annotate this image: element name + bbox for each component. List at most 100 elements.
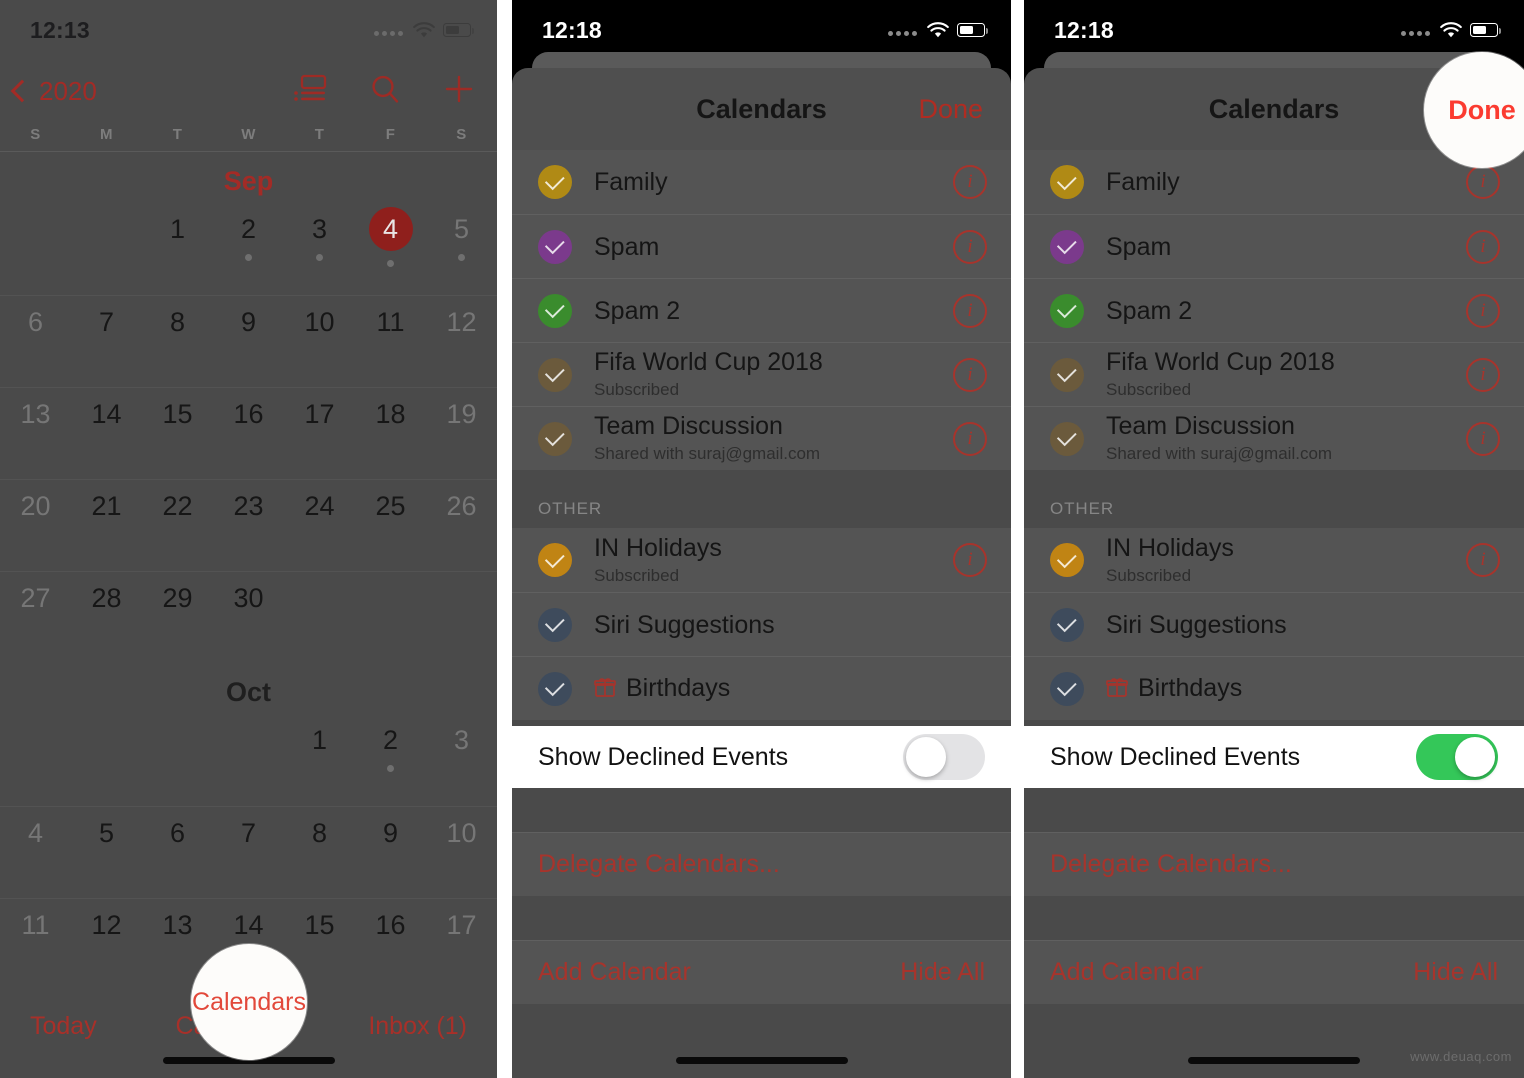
calendar-list-item[interactable]: Birthdays — [1024, 656, 1524, 720]
day-cell[interactable]: 9 — [213, 295, 284, 387]
calendar-checkbox[interactable] — [538, 543, 572, 577]
calendar-checkbox[interactable] — [538, 357, 572, 392]
calendar-list-item[interactable]: IN Holidays Subscribed i — [1024, 528, 1524, 592]
calendar-list-item[interactable]: Family i — [512, 150, 1011, 214]
calendar-list-item[interactable]: Siri Suggestions — [512, 592, 1011, 656]
today-button[interactable]: Today — [30, 1012, 97, 1041]
day-cell[interactable]: 3 — [284, 203, 355, 295]
delegate-calendars-row[interactable]: Delegate Calendars... — [1024, 832, 1524, 896]
calendar-list-item[interactable]: Spam 2 i — [512, 278, 1011, 342]
info-icon[interactable]: i — [953, 357, 987, 392]
calendar-checkbox[interactable] — [538, 421, 572, 456]
day-cell[interactable]: 2 — [213, 203, 284, 295]
day-cell[interactable]: 1 — [142, 203, 213, 295]
show-declined-events-row[interactable]: Show Declined Events — [1024, 726, 1524, 788]
day-cell[interactable]: 16 — [355, 898, 426, 990]
day-cell[interactable]: 4 — [0, 806, 71, 898]
day-cell[interactable]: 23 — [213, 479, 284, 571]
calendar-checkbox[interactable] — [1050, 543, 1084, 577]
calendar-list-item[interactable]: Spam 2 i — [1024, 278, 1524, 342]
day-cell[interactable]: 24 — [284, 479, 355, 571]
calendar-list-item[interactable]: Siri Suggestions — [1024, 592, 1524, 656]
day-cell[interactable]: 20 — [0, 479, 71, 571]
day-cell[interactable]: 17 — [426, 898, 497, 990]
list-view-icon[interactable] — [293, 74, 327, 109]
day-cell[interactable]: 26 — [426, 479, 497, 571]
show-declined-events-toggle[interactable] — [1416, 734, 1498, 780]
info-icon[interactable]: i — [1466, 229, 1500, 264]
calendar-checkbox[interactable] — [1050, 229, 1084, 264]
day-cell[interactable]: 27 — [0, 571, 71, 663]
calendar-checkbox[interactable] — [538, 607, 572, 642]
info-icon[interactable]: i — [1466, 165, 1500, 199]
show-declined-events-toggle[interactable] — [903, 734, 985, 780]
day-cell[interactable]: 7 — [71, 295, 142, 387]
calendar-list-item[interactable]: Spam i — [512, 214, 1011, 278]
day-cell[interactable]: 12 — [71, 898, 142, 990]
done-button[interactable]: Done — [918, 94, 983, 125]
calendar-list-item[interactable]: Team Discussion Shared with suraj@gmail.c… — [512, 406, 1011, 470]
calendar-checkbox[interactable] — [538, 671, 572, 706]
show-declined-events-row[interactable]: Show Declined Events — [512, 726, 1011, 788]
day-cell[interactable]: 10 — [284, 295, 355, 387]
calendar-list-item[interactable]: IN Holidays Subscribed i — [512, 528, 1011, 592]
day-cell[interactable]: 8 — [142, 295, 213, 387]
inbox-button[interactable]: Inbox (1) — [368, 1012, 467, 1041]
add-calendar-button[interactable]: Add Calendar — [538, 958, 691, 987]
day-cell[interactable]: 30 — [213, 571, 284, 663]
day-cell[interactable]: 29 — [142, 571, 213, 663]
info-icon[interactable]: i — [953, 229, 987, 264]
hide-all-button[interactable]: Hide All — [1413, 958, 1498, 987]
calendar-checkbox[interactable] — [1050, 165, 1084, 199]
day-cell[interactable]: 6 — [0, 295, 71, 387]
calendar-checkbox[interactable] — [538, 229, 572, 264]
day-cell[interactable]: 15 — [142, 387, 213, 479]
day-cell[interactable]: 11 — [355, 295, 426, 387]
info-icon[interactable]: i — [1466, 421, 1500, 456]
calendar-list-item[interactable]: Birthdays — [512, 656, 1011, 720]
info-icon[interactable]: i — [953, 421, 987, 456]
delegate-calendars-row[interactable]: Delegate Calendars... — [512, 832, 1011, 896]
calendar-checkbox[interactable] — [538, 165, 572, 199]
search-icon[interactable] — [369, 73, 401, 110]
calendars-tap-highlight[interactable]: Calendars — [191, 944, 307, 1060]
calendar-list-item[interactable]: Fifa World Cup 2018 Subscribed i — [1024, 342, 1524, 406]
calendar-checkbox[interactable] — [1050, 421, 1084, 456]
month-scroll-area[interactable]: Sep 1 2 3 4 5 6 7 8 9 10 11 12 13 14 15 16 17 18 19 20 21 22 23… — [0, 152, 497, 990]
calendar-checkbox[interactable] — [1050, 293, 1084, 328]
day-cell[interactable]: 10 — [426, 806, 497, 898]
info-icon[interactable]: i — [1466, 357, 1500, 392]
day-cell[interactable]: 7 — [213, 806, 284, 898]
info-icon[interactable]: i — [953, 165, 987, 199]
day-cell[interactable]: 1 — [284, 714, 355, 806]
day-cell[interactable]: 9 — [355, 806, 426, 898]
sheet-body[interactable]: Family i Spam i Spam 2 i Fifa World Cup 2018 Su… — [1024, 150, 1524, 763]
calendar-list-item[interactable]: Family i — [1024, 150, 1524, 214]
day-cell[interactable]: 6 — [142, 806, 213, 898]
sheet-body[interactable]: Family i Spam i Spam 2 i Fifa World Cup 2018 Su… — [512, 150, 1011, 763]
day-cell[interactable]: 4 — [355, 203, 426, 295]
day-cell[interactable]: 3 — [426, 714, 497, 806]
day-cell[interactable]: 2 — [355, 714, 426, 806]
calendar-checkbox[interactable] — [1050, 607, 1084, 642]
info-icon[interactable]: i — [953, 543, 987, 577]
calendar-list-item[interactable]: Team Discussion Shared with suraj@gmail.c… — [1024, 406, 1524, 470]
day-cell[interactable]: 13 — [0, 387, 71, 479]
day-cell[interactable]: 17 — [284, 387, 355, 479]
back-to-year-button[interactable]: 2020 — [10, 76, 97, 107]
calendar-list-item[interactable]: Spam i — [1024, 214, 1524, 278]
calendar-list-item[interactable]: Fifa World Cup 2018 Subscribed i — [512, 342, 1011, 406]
day-cell[interactable]: 28 — [71, 571, 142, 663]
day-cell[interactable]: 25 — [355, 479, 426, 571]
day-cell[interactable]: 21 — [71, 479, 142, 571]
calendar-checkbox[interactable] — [538, 293, 572, 328]
day-cell[interactable]: 16 — [213, 387, 284, 479]
day-cell[interactable]: 19 — [426, 387, 497, 479]
info-icon[interactable]: i — [953, 293, 987, 328]
plus-icon[interactable] — [443, 73, 475, 110]
info-icon[interactable]: i — [1466, 543, 1500, 577]
day-cell[interactable]: 12 — [426, 295, 497, 387]
day-cell[interactable]: 5 — [426, 203, 497, 295]
hide-all-button[interactable]: Hide All — [900, 958, 985, 987]
add-calendar-button[interactable]: Add Calendar — [1050, 958, 1203, 987]
